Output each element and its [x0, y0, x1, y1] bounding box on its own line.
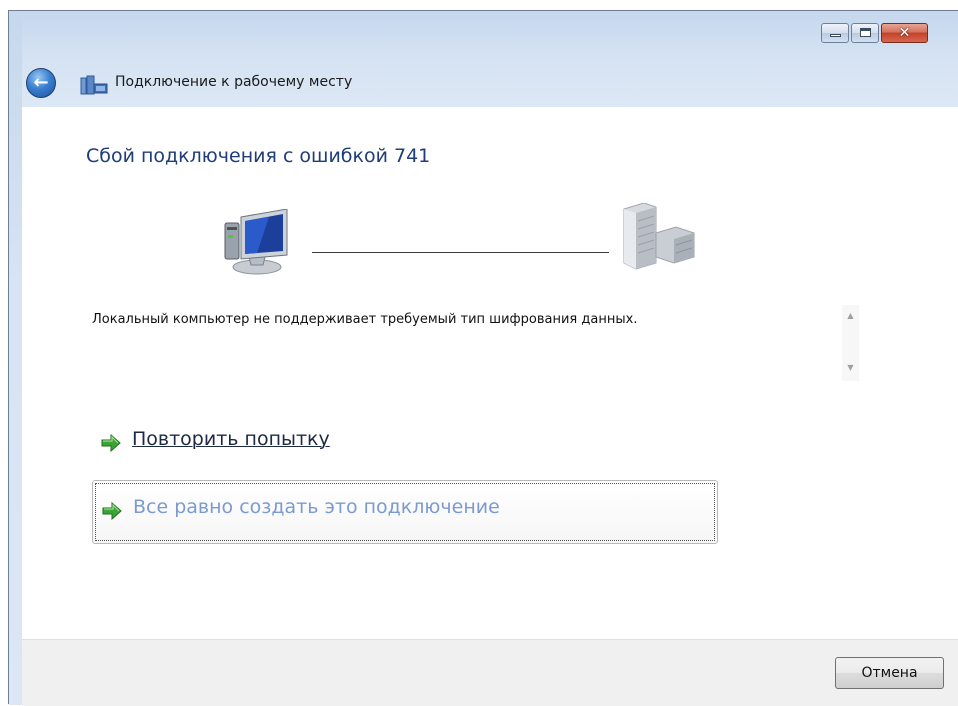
content-area: Сбой подключения с ошибкой 741 Локальный…	[22, 107, 958, 639]
error-message: Локальный компьютер не поддерживает треб…	[92, 312, 638, 327]
back-button[interactable]: ←	[26, 68, 56, 98]
dialog-window: ✕ ← Подключение к рабочему месту Сбой по…	[8, 10, 958, 706]
cancel-button[interactable]: Отмена	[835, 657, 944, 689]
maximize-icon	[860, 28, 871, 37]
create-anyway-label: Все равно создать это подключение	[133, 496, 500, 518]
minimize-button[interactable]	[821, 23, 849, 43]
green-arrow-icon	[101, 433, 121, 453]
green-arrow-icon	[102, 501, 122, 521]
connection-line	[312, 252, 609, 253]
dialog-footer: Отмена	[22, 639, 958, 706]
message-scrollbar[interactable]: ▲ ▼	[842, 305, 859, 381]
maximize-button[interactable]	[851, 23, 879, 43]
server-icon	[623, 203, 695, 270]
retry-label: Повторить попытку	[132, 428, 330, 450]
close-button[interactable]: ✕	[881, 23, 928, 43]
back-arrow-icon: ←	[33, 72, 49, 93]
workplace-network-icon	[80, 75, 108, 95]
window-frame-left	[9, 11, 22, 705]
computer-monitor-icon	[224, 209, 288, 275]
close-icon: ✕	[898, 25, 911, 41]
retry-link[interactable]: Повторить попытку	[92, 412, 718, 474]
create-anyway-button[interactable]: Все равно создать это подключение	[92, 480, 718, 544]
scroll-down-icon[interactable]: ▼	[842, 359, 859, 376]
titlebar: ✕ ← Подключение к рабочему месту	[9, 11, 958, 107]
scroll-up-icon[interactable]: ▲	[842, 307, 859, 324]
minimize-icon	[830, 34, 841, 37]
page-title: Сбой подключения с ошибкой 741	[86, 145, 431, 167]
window-title: Подключение к рабочему месту	[115, 74, 353, 90]
